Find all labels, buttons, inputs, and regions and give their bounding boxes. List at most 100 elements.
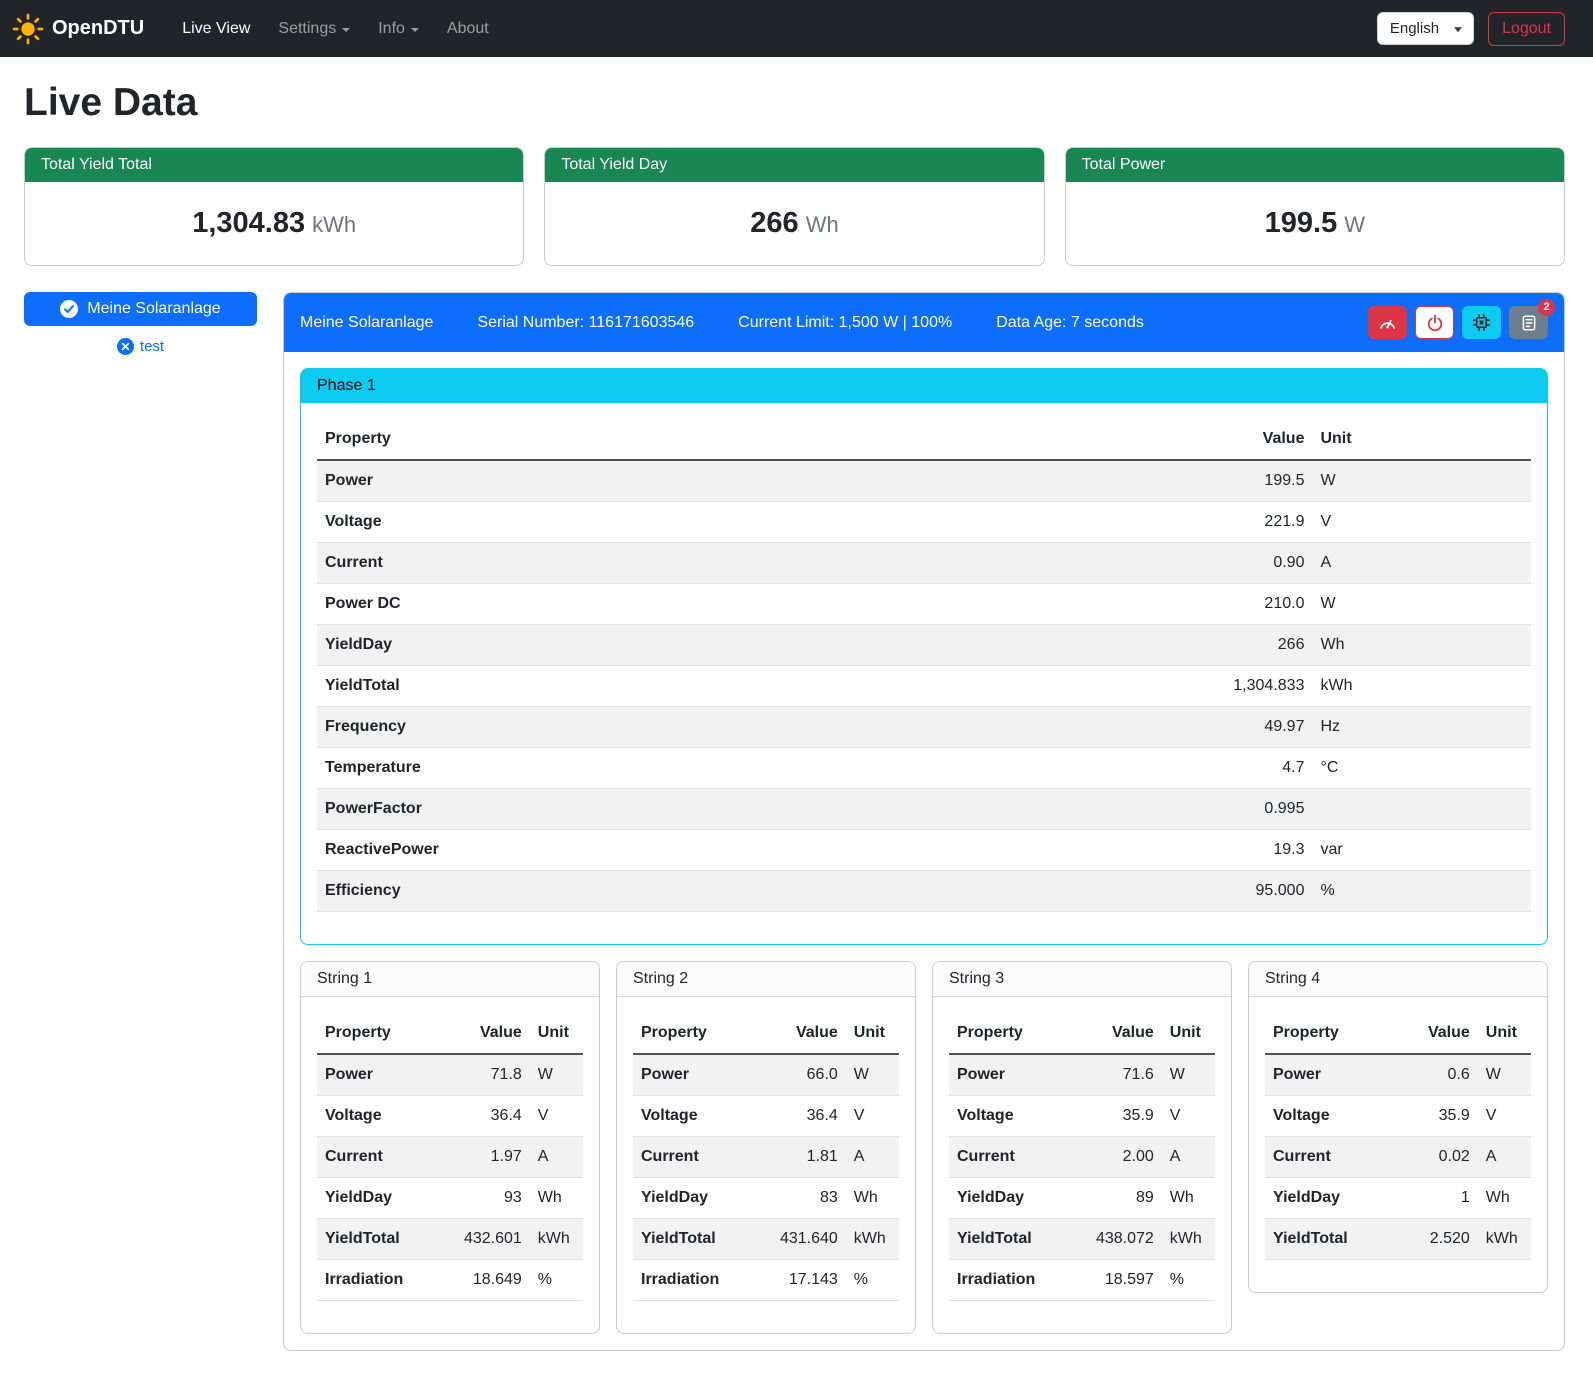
inverter-serial: Serial Number: 116171603546: [477, 314, 694, 332]
device-info-button[interactable]: [1462, 306, 1501, 339]
brand-label: OpenDTU: [52, 17, 144, 40]
table-row: Current2.00A: [949, 1137, 1215, 1178]
navbar-right: English Logout: [1377, 12, 1565, 46]
table-row: Current1.81A: [633, 1137, 899, 1178]
summary-card-total-yield-total: Total Yield Total 1,304.83 kWh: [24, 147, 524, 266]
string-card-1: String 1 Property Value Unit: [300, 961, 600, 1334]
inverter-actions: 2: [1368, 306, 1548, 339]
table-row: YieldTotal432.601kWh: [317, 1219, 583, 1260]
summary-card-value: 1,304.83: [192, 207, 305, 239]
language-select[interactable]: English: [1377, 12, 1474, 45]
phase-card: Phase 1 Property Value Unit: [300, 368, 1548, 945]
table-row: Current0.02A: [1265, 1137, 1531, 1178]
table-row: Efficiency95.000%: [317, 871, 1531, 912]
summary-card-unit: kWh: [312, 212, 356, 237]
table-row: YieldDay93Wh: [317, 1178, 583, 1219]
summary-card-value: 199.5: [1265, 207, 1338, 239]
table-header-row: Property Value Unit: [317, 419, 1531, 460]
table-row: YieldTotal431.640kWh: [633, 1219, 899, 1260]
column-header-property: Property: [317, 419, 1094, 460]
table-row: Power199.5W: [317, 460, 1531, 502]
string-table: Property Value Unit Power71.8W Voltage36…: [317, 1013, 583, 1301]
table-row: Power71.6W: [949, 1054, 1215, 1096]
table-row: Power71.8W: [317, 1054, 583, 1096]
brand-link[interactable]: OpenDTU: [12, 13, 144, 45]
summary-card-unit: W: [1344, 212, 1365, 237]
power-icon: [1426, 314, 1444, 332]
nav-item-live-view[interactable]: Live View: [168, 12, 264, 46]
nav-item-settings[interactable]: Settings: [264, 12, 364, 46]
navbar: OpenDTU Live View Settings Info About En…: [0, 0, 1593, 57]
event-count-badge: 2: [1538, 299, 1555, 316]
table-row: YieldTotal2.520kWh: [1265, 1219, 1531, 1260]
string-card-title: String 3: [933, 962, 1231, 997]
string-card-2: String 2 Property Value Unit: [616, 961, 916, 1334]
logout-button[interactable]: Logout: [1488, 12, 1565, 46]
inverter-panel: Meine Solaranlage Serial Number: 1161716…: [283, 292, 1565, 1351]
table-row: YieldDay89Wh: [949, 1178, 1215, 1219]
sidebar-item-test[interactable]: test: [117, 338, 164, 355]
inverter-select-label: Meine Solaranlage: [87, 300, 220, 318]
page-container: Live Data Total Yield Total 1,304.83 kWh …: [0, 57, 1593, 1379]
table-row: Irradiation18.649%: [317, 1260, 583, 1301]
table-row: Temperature4.7°C: [317, 748, 1531, 789]
table-row: ReactivePower19.3var: [317, 830, 1531, 871]
string-card-4: String 4 Property Value Unit: [1248, 961, 1548, 1293]
table-row: Voltage35.9V: [949, 1096, 1215, 1137]
language-value: English: [1390, 20, 1439, 37]
table-header-row: Property Value Unit: [633, 1013, 899, 1054]
summary-card-total-power: Total Power 199.5W: [1065, 147, 1565, 266]
table-header-row: Property Value Unit: [317, 1013, 583, 1054]
sun-icon: [12, 13, 44, 45]
string-table: Property Value Unit Power0.6W Voltage35.…: [1265, 1013, 1531, 1260]
table-row: Voltage35.9V: [1265, 1096, 1531, 1137]
table-row: Power0.6W: [1265, 1054, 1531, 1096]
phase-table: Property Value Unit Power199.5W Voltage2…: [317, 419, 1531, 912]
inverter-panel-header: Meine Solaranlage Serial Number: 1161716…: [284, 293, 1564, 352]
table-row: YieldTotal438.072kWh: [949, 1219, 1215, 1260]
table-row: Voltage36.4V: [317, 1096, 583, 1137]
string-card-title: String 4: [1249, 962, 1547, 997]
summary-card-title: Total Yield Day: [545, 148, 1043, 182]
nav-item-info[interactable]: Info: [364, 12, 433, 46]
table-row: Irradiation17.143%: [633, 1260, 899, 1301]
nav-item-about[interactable]: About: [433, 12, 503, 46]
table-row: Voltage36.4V: [633, 1096, 899, 1137]
event-log-button[interactable]: 2: [1509, 306, 1548, 339]
string-card-title: String 1: [301, 962, 599, 997]
x-circle-icon: [117, 338, 134, 355]
table-header-row: Property Value Unit: [1265, 1013, 1531, 1054]
table-row: Current1.97A: [317, 1137, 583, 1178]
table-row: YieldDay83Wh: [633, 1178, 899, 1219]
string-table: Property Value Unit Power66.0W Voltage36…: [633, 1013, 899, 1301]
page-title: Live Data: [24, 81, 1565, 125]
power-button[interactable]: [1415, 306, 1454, 339]
string-card-title: String 2: [617, 962, 915, 997]
cpu-icon: [1472, 313, 1491, 332]
inverter-current-limit: Current Limit: 1,500 W | 100%: [738, 314, 952, 332]
table-header-row: Property Value Unit: [949, 1013, 1215, 1054]
sidebar-item-label: test: [140, 338, 164, 355]
column-header-unit: Unit: [1312, 419, 1531, 460]
caret-down-icon: [411, 28, 419, 32]
limit-settings-button[interactable]: [1368, 306, 1407, 339]
summary-card-title: Total Yield Total: [25, 148, 523, 182]
strings-row: String 1 Property Value Unit: [300, 961, 1548, 1334]
table-row: YieldDay266Wh: [317, 625, 1531, 666]
table-row: Power66.0W: [633, 1054, 899, 1096]
summary-row: Total Yield Total 1,304.83 kWh Total Yiel…: [24, 147, 1565, 266]
inverter-select-button[interactable]: Meine Solaranlage: [24, 292, 257, 326]
summary-card-unit: Wh: [806, 212, 839, 237]
check-circle-icon: [60, 300, 78, 318]
string-card-3: String 3 Property Value Unit: [932, 961, 1232, 1334]
nav-links: Live View Settings Info About: [168, 12, 503, 46]
summary-card-total-yield-day: Total Yield Day 266Wh: [544, 147, 1044, 266]
chevron-down-icon: [1454, 27, 1462, 32]
table-row: Irradiation18.597%: [949, 1260, 1215, 1301]
table-row: Current0.90A: [317, 543, 1531, 584]
inverter-data-age: Data Age: 7 seconds: [996, 314, 1144, 332]
inverter-name: Meine Solaranlage: [300, 314, 433, 332]
table-row: YieldDay1Wh: [1265, 1178, 1531, 1219]
table-row: Voltage221.9V: [317, 502, 1531, 543]
journal-icon: [1520, 314, 1538, 332]
